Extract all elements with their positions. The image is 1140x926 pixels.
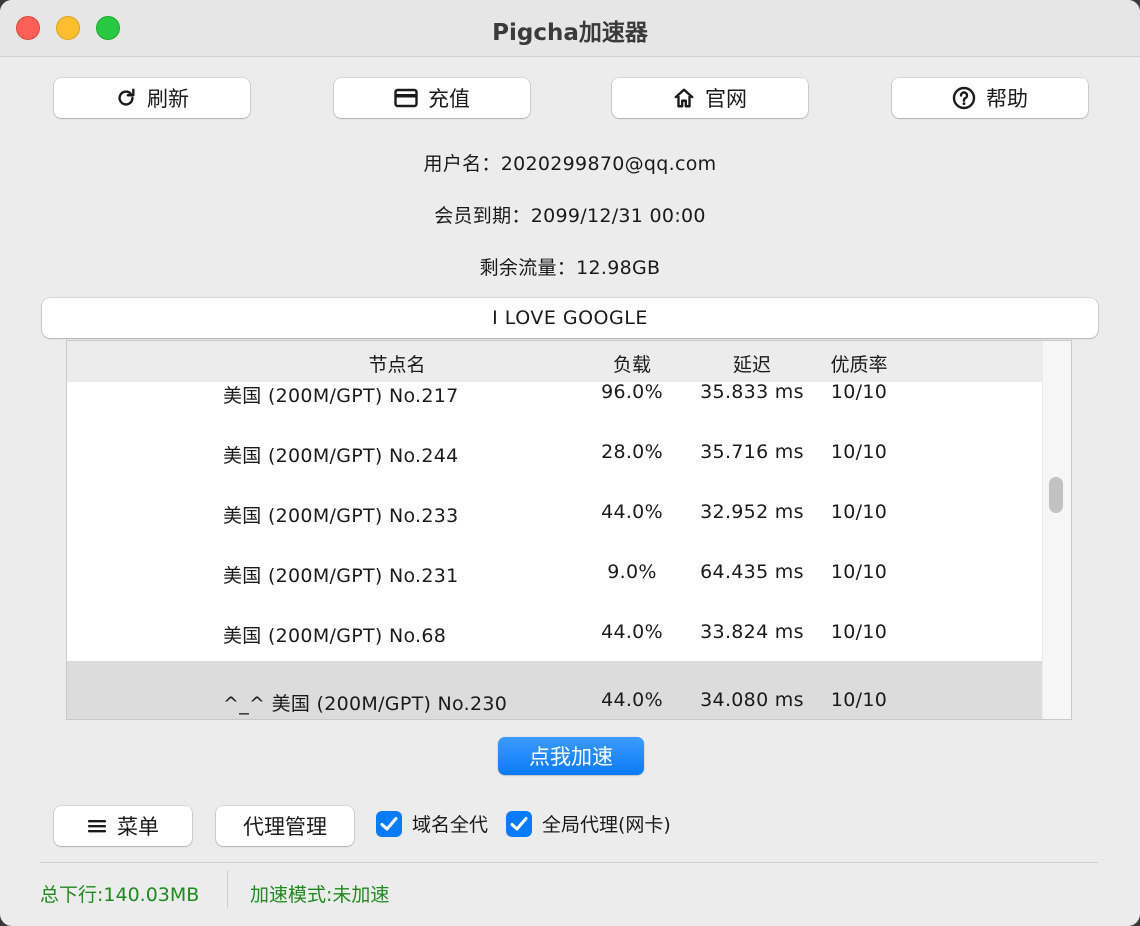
column-header-latency[interactable]: 延迟 [687, 350, 817, 377]
node-load: 44.0% [601, 689, 663, 711]
node-latency: 33.824 ms [700, 621, 804, 643]
menu-label: 菜单 [117, 815, 159, 839]
node-load: 96.0% [601, 381, 663, 403]
help-button[interactable]: 帮助 [892, 78, 1088, 118]
node-name: 美国 (200M/GPT) No.68 [223, 625, 447, 647]
menu-button[interactable]: 菜单 [54, 806, 192, 846]
node-name: ^_^ 美国 (200M/GPT) No.230 [223, 693, 508, 715]
checkmark-icon[interactable] [506, 810, 532, 837]
node-quality: 10/10 [830, 621, 888, 643]
proxy-manage-label: 代理管理 [243, 815, 327, 839]
hamburger-menu-icon [87, 818, 107, 834]
website-button[interactable]: 官网 [612, 78, 808, 118]
table-header: 节点名 负载 延迟 优质率 [67, 341, 1043, 382]
refresh-label: 刷新 [147, 87, 189, 111]
node-quality: 10/10 [830, 689, 888, 711]
table-scrollbar[interactable] [1042, 341, 1071, 719]
app-window: Pigcha加速器 刷新 充值 官网 帮助 用户名：2020299870@qq.… [0, 0, 1140, 926]
recharge-button[interactable]: 充值 [334, 78, 530, 118]
table-row[interactable]: 美国 (200M/GPT) No.244 28.0% 35.716 ms 10/… [67, 421, 1043, 481]
table-row[interactable]: 美国 (200M/GPT) No.68 44.0% 33.824 ms 10/1… [67, 601, 1043, 661]
home-icon [673, 87, 695, 109]
column-header-load[interactable]: 负载 [587, 350, 677, 377]
domain-proxy-checkbox[interactable]: 域名全代 [376, 810, 488, 837]
node-latency: 64.435 ms [700, 561, 804, 583]
node-quality: 10/10 [830, 441, 888, 463]
title-bar: Pigcha加速器 [0, 0, 1140, 57]
username-text: 用户名：2020299870@qq.com [423, 153, 717, 175]
announcement-banner[interactable]: I LOVE GOOGLE [42, 298, 1098, 338]
node-table[interactable]: 美国 (200M/GPT) No.217 96.0% 35.833 ms 10/… [66, 340, 1072, 720]
domain-proxy-label: 域名全代 [412, 814, 489, 836]
node-latency: 34.080 ms [700, 689, 804, 711]
accelerate-button[interactable]: 点我加速 [498, 737, 644, 775]
global-proxy-label: 全局代理(网卡) [542, 814, 671, 836]
node-name: 美国 (200M/GPT) No.233 [223, 505, 459, 527]
question-circle-icon [952, 86, 976, 110]
website-label: 官网 [705, 87, 747, 111]
node-latency: 35.716 ms [700, 441, 804, 463]
node-name: 美国 (200M/GPT) No.244 [223, 445, 459, 467]
node-load: 44.0% [601, 621, 663, 643]
global-proxy-checkbox[interactable]: 全局代理(网卡) [506, 810, 671, 837]
status-divider [40, 862, 1098, 863]
recharge-label: 充值 [428, 87, 470, 111]
node-load: 28.0% [601, 441, 663, 463]
node-load: 9.0% [607, 561, 657, 583]
node-name: 美国 (200M/GPT) No.231 [223, 565, 459, 587]
node-quality: 10/10 [830, 561, 888, 583]
status-separator [227, 870, 228, 908]
refresh-button[interactable]: 刷新 [54, 78, 250, 118]
node-name: 美国 (200M/GPT) No.217 [223, 385, 459, 407]
node-latency: 35.833 ms [700, 381, 804, 403]
node-latency: 32.952 ms [700, 501, 804, 523]
window-title: Pigcha加速器 [492, 20, 648, 46]
node-quality: 10/10 [830, 501, 888, 523]
total-download-status: 总下行:140.03MB [40, 884, 200, 906]
refresh-icon [115, 87, 137, 109]
node-load: 44.0% [601, 501, 663, 523]
credit-card-icon [394, 88, 418, 108]
traffic-text: 剩余流量：12.98GB [479, 257, 661, 279]
column-header-quality[interactable]: 优质率 [809, 350, 909, 377]
scrollbar-thumb[interactable] [1049, 477, 1063, 513]
table-row-selected[interactable]: ^_^ 美国 (200M/GPT) No.230 44.0% 34.080 ms… [67, 661, 1043, 719]
node-quality: 10/10 [830, 381, 888, 403]
table-row[interactable]: 美国 (200M/GPT) No.231 9.0% 64.435 ms 10/1… [67, 541, 1043, 601]
expiry-text: 会员到期：2099/12/31 00:00 [434, 205, 706, 227]
table-row[interactable]: 美国 (200M/GPT) No.233 44.0% 32.952 ms 10/… [67, 481, 1043, 541]
checkmark-icon[interactable] [376, 810, 402, 837]
proxy-manage-button[interactable]: 代理管理 [216, 806, 354, 846]
acceleration-mode-status: 加速模式:未加速 [250, 884, 390, 906]
help-label: 帮助 [986, 87, 1028, 111]
